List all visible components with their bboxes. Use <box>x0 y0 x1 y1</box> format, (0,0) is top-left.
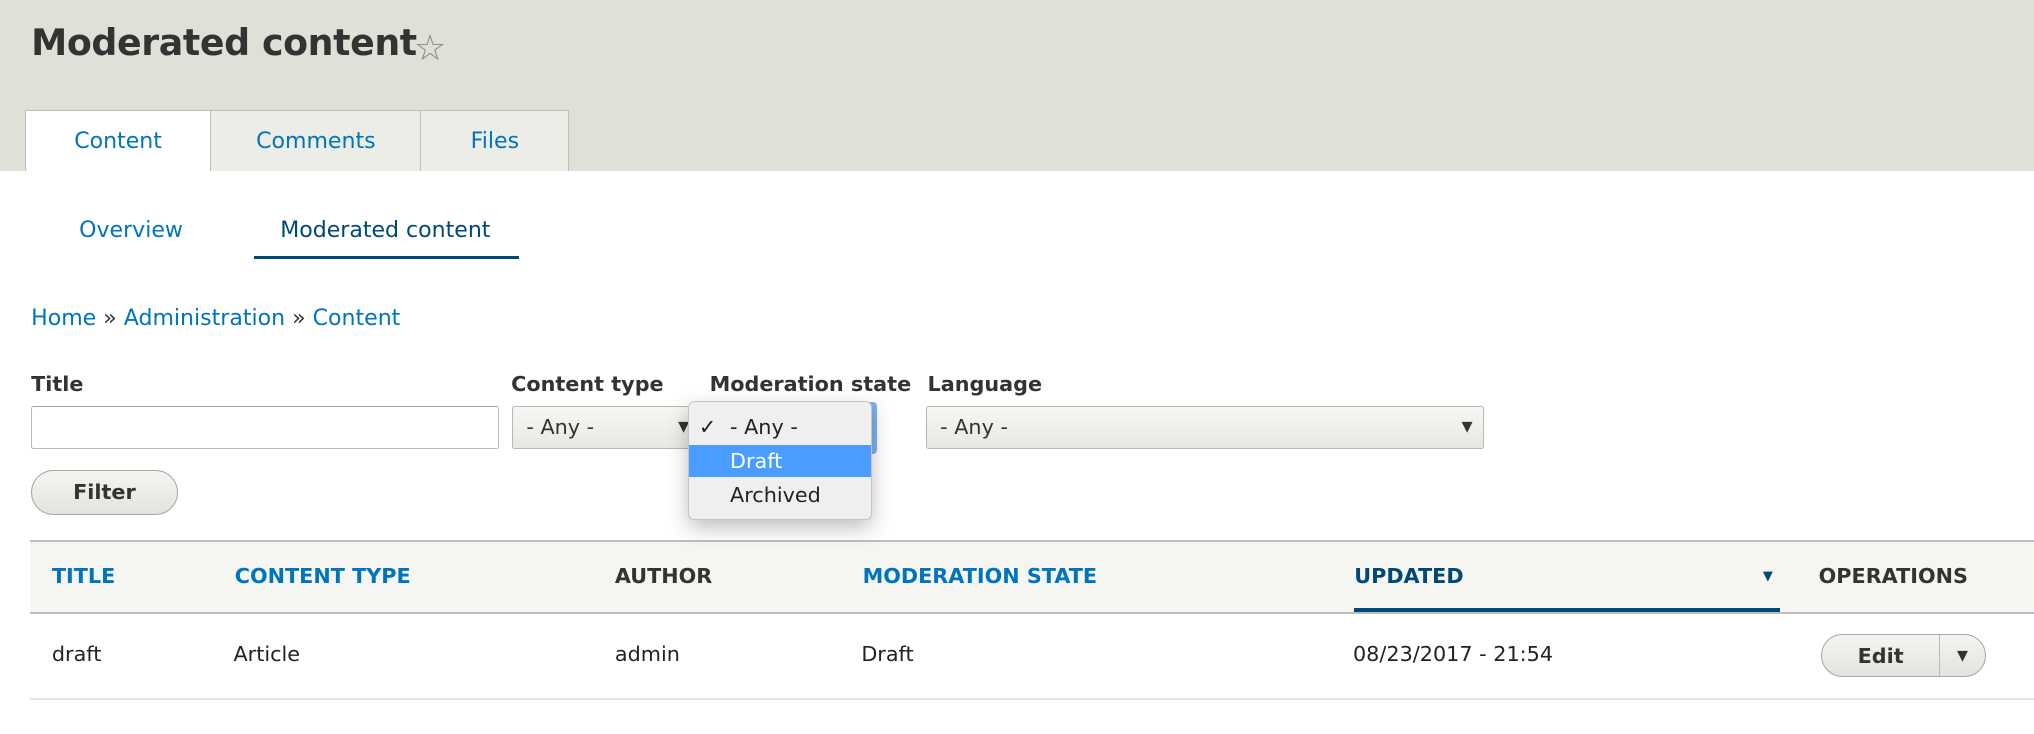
sort-desc-icon: ▼ <box>1762 569 1773 585</box>
sort-indicator <box>1354 608 1780 613</box>
star-outline-icon[interactable]: ☆ <box>414 26 447 69</box>
tab-content[interactable]: Content <box>24 110 212 172</box>
language-label: Language <box>927 372 1043 397</box>
moderation-state-dropdown: ✓ - Any - Draft Archived <box>687 400 872 521</box>
language-select[interactable]: - Any - ▼ <box>926 406 1484 449</box>
chevron-down-icon: ▼ <box>1461 418 1473 435</box>
row-author-link[interactable]: admin <box>615 642 680 666</box>
content-type-label: Content type <box>511 372 664 397</box>
tab-comments[interactable]: Comments <box>210 110 422 172</box>
breadcrumb-administration[interactable]: Administration <box>124 306 285 331</box>
filter-button[interactable]: Filter <box>31 469 178 515</box>
row-updated: 08/23/2017 - 21:54 <box>1352 642 1554 667</box>
column-author: AUTHOR <box>614 564 713 589</box>
row-content-type: Article <box>233 642 301 667</box>
title-filter-label: Title <box>31 372 84 397</box>
column-operations: OPERATIONS <box>1818 564 1968 589</box>
edit-button[interactable]: Edit <box>1822 635 1940 677</box>
check-icon: ✓ <box>698 415 717 440</box>
title-input[interactable] <box>31 406 500 449</box>
chevron-down-icon[interactable]: ▼ <box>1940 635 1985 676</box>
row-moderation-state: Draft <box>861 642 914 667</box>
page-title: Moderated content <box>31 20 417 64</box>
subtab-moderated-content[interactable]: Moderated content <box>280 218 490 243</box>
option-label: - Any - <box>730 415 798 440</box>
content-type-select[interactable]: - Any - ▼ <box>512 406 701 449</box>
content-type-value: - Any - <box>526 415 595 440</box>
column-moderation-state[interactable]: MODERATION STATE <box>863 564 1097 588</box>
active-subtab-indicator <box>254 255 519 260</box>
option-draft[interactable]: Draft <box>688 444 871 478</box>
tab-files[interactable]: Files <box>420 110 570 172</box>
column-title[interactable]: TITLE <box>52 564 115 588</box>
option-archived[interactable]: Archived <box>689 478 871 510</box>
row-title-link[interactable]: draft <box>52 642 102 666</box>
breadcrumb-home[interactable]: Home <box>31 306 96 331</box>
breadcrumb-content[interactable]: Content <box>313 306 401 331</box>
row-divider <box>29 697 2034 701</box>
column-content-type[interactable]: CONTENT TYPE <box>235 564 411 588</box>
column-updated[interactable]: UPDATED <box>1354 564 1463 588</box>
breadcrumb-separator: » <box>292 306 306 332</box>
option-any[interactable]: ✓ - Any - <box>689 411 871 443</box>
breadcrumb: Home » Administration » Content <box>31 306 400 331</box>
language-value: - Any - <box>940 415 1008 440</box>
subtab-overview[interactable]: Overview <box>79 218 183 243</box>
moderation-state-label: Moderation state <box>709 372 912 397</box>
edit-dropbutton: Edit ▼ <box>1821 634 1986 678</box>
breadcrumb-separator: » <box>103 306 117 332</box>
